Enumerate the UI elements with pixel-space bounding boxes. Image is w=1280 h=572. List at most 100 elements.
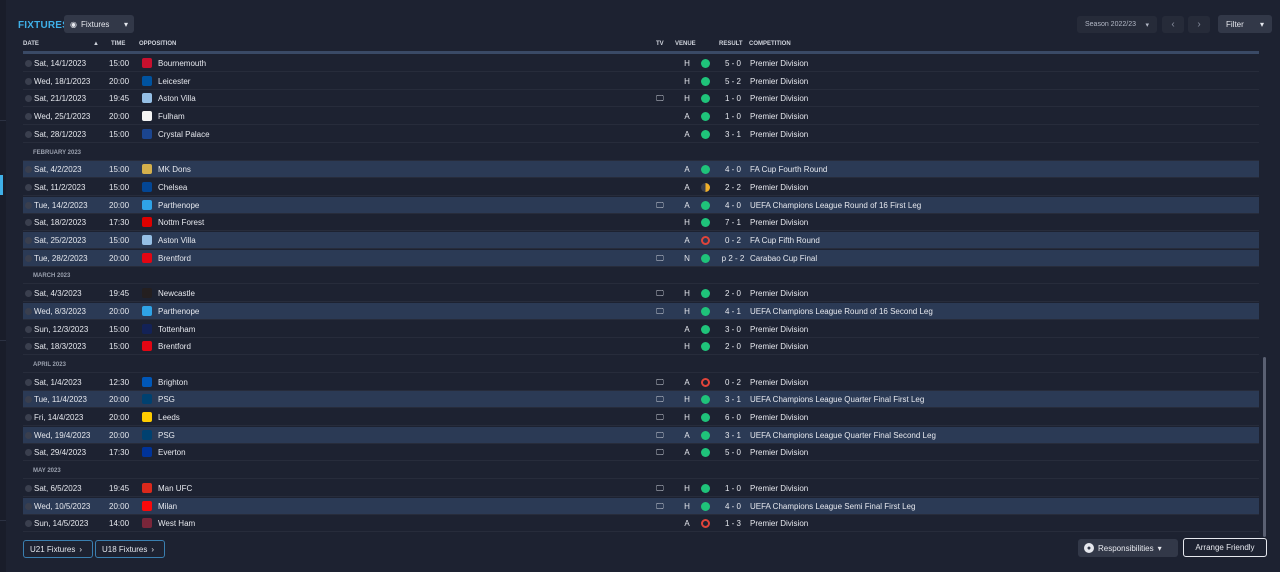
fixture-competition[interactable]: Carabao Cup Final xyxy=(750,254,817,263)
fixture-competition[interactable]: Premier Division xyxy=(750,448,808,457)
fixture-competition[interactable]: Premier Division xyxy=(750,130,808,139)
fixture-score[interactable]: 2 - 0 xyxy=(718,342,748,351)
fixture-row[interactable]: Sat, 4/3/2023 19:45 Newcastle 🖵 H 2 - 0 Premie… xyxy=(23,285,1259,302)
row-select-dot[interactable] xyxy=(25,432,32,439)
fixture-row[interactable]: Wed, 18/1/2023 20:00 Leicester H 5 - 2 Premie… xyxy=(23,73,1259,90)
fixture-row[interactable]: Wed, 10/5/2023 20:00 Milan 🖵 H 4 - 0 UEFA Cham… xyxy=(23,498,1259,515)
fixture-score[interactable]: 1 - 0 xyxy=(718,112,748,121)
fixture-competition[interactable]: FA Cup Fourth Round xyxy=(750,165,827,174)
fixture-row[interactable]: Sat, 6/5/2023 19:45 Man UFC 🖵 H 1 - 0 Premier … xyxy=(23,480,1259,497)
fixture-competition[interactable]: Premier Division xyxy=(750,94,808,103)
fixture-row[interactable]: Fri, 14/4/2023 20:00 Leeds 🖵 H 6 - 0 Premier D… xyxy=(23,409,1259,426)
fixture-competition[interactable]: UEFA Champions League Round of 16 First … xyxy=(750,201,921,210)
fixture-row[interactable]: Wed, 8/3/2023 20:00 Parthenope 🖵 H 4 - 1 UEFA … xyxy=(23,303,1259,320)
fixture-score[interactable]: 4 - 0 xyxy=(718,201,748,210)
fixture-score[interactable]: 3 - 1 xyxy=(718,431,748,440)
fixture-score[interactable]: 5 - 0 xyxy=(718,448,748,457)
fixture-row[interactable]: Sat, 21/1/2023 19:45 Aston Villa 🖵 H 1 - 0 Pre… xyxy=(23,90,1259,107)
fixture-row[interactable]: Sun, 14/5/2023 14:00 West Ham A 1 - 3 Premier… xyxy=(23,515,1259,532)
fixture-row[interactable]: Sat, 1/4/2023 12:30 Brighton 🖵 A 0 - 2 Premier… xyxy=(23,374,1259,391)
fixture-score[interactable]: 2 - 2 xyxy=(718,183,748,192)
column-date[interactable]: DATE xyxy=(23,41,39,47)
fixture-score[interactable]: 2 - 0 xyxy=(718,289,748,298)
opposition-team[interactable]: Leicester xyxy=(158,77,190,86)
view-dropdown[interactable]: ◉ Fixtures ▾ xyxy=(64,15,134,33)
fixture-score[interactable]: 3 - 1 xyxy=(718,130,748,139)
row-select-dot[interactable] xyxy=(25,485,32,492)
row-select-dot[interactable] xyxy=(25,379,32,386)
fixture-score[interactable]: 7 - 1 xyxy=(718,218,748,227)
opposition-team[interactable]: Brentford xyxy=(158,342,191,351)
opposition-team[interactable]: Newcastle xyxy=(158,289,195,298)
opposition-team[interactable]: Tottenham xyxy=(158,325,195,334)
fixture-score[interactable]: 1 - 0 xyxy=(718,94,748,103)
opposition-team[interactable]: Parthenope xyxy=(158,307,199,316)
fixture-row[interactable]: Tue, 28/2/2023 20:00 Brentford 🖵 Np 2 - 2 Car… xyxy=(23,250,1259,267)
arrange-friendly-button[interactable]: Arrange Friendly xyxy=(1183,538,1267,557)
row-select-dot[interactable] xyxy=(25,343,32,350)
opposition-team[interactable]: Brighton xyxy=(158,378,188,387)
opposition-team[interactable]: Nottm Forest xyxy=(158,218,204,227)
fixture-competition[interactable]: Premier Division xyxy=(750,413,808,422)
fixture-score[interactable]: 0 - 2 xyxy=(718,378,748,387)
opposition-team[interactable]: PSG xyxy=(158,395,175,404)
row-select-dot[interactable] xyxy=(25,78,32,85)
row-select-dot[interactable] xyxy=(25,60,32,67)
fixture-row[interactable]: Tue, 14/2/2023 20:00 Parthenope 🖵 A 4 - 0 UEFA… xyxy=(23,197,1259,214)
row-select-dot[interactable] xyxy=(25,95,32,102)
opposition-team[interactable]: West Ham xyxy=(158,519,195,528)
fixture-score[interactable]: 5 - 2 xyxy=(718,77,748,86)
fixture-competition[interactable]: UEFA Champions League Quarter Final Seco… xyxy=(750,431,936,440)
row-select-dot[interactable] xyxy=(25,308,32,315)
fixture-competition[interactable]: UEFA Champions League Quarter Final Firs… xyxy=(750,395,924,404)
fixture-competition[interactable]: Premier Division xyxy=(750,289,808,298)
column-opposition[interactable]: OPPOSITION xyxy=(139,41,176,47)
opposition-team[interactable]: Milan xyxy=(158,502,177,511)
row-select-dot[interactable] xyxy=(25,503,32,510)
fixture-score[interactable]: 4 - 1 xyxy=(718,307,748,316)
row-select-dot[interactable] xyxy=(25,166,32,173)
fixture-score[interactable]: 3 - 0 xyxy=(718,325,748,334)
fixture-score[interactable]: 6 - 0 xyxy=(718,413,748,422)
row-select-dot[interactable] xyxy=(25,414,32,421)
opposition-team[interactable]: Chelsea xyxy=(158,183,187,192)
opposition-team[interactable]: Crystal Palace xyxy=(158,130,210,139)
fixture-competition[interactable]: Premier Division xyxy=(750,59,808,68)
responsibilities-button[interactable]: ● Responsibilities ▾ xyxy=(1078,539,1178,557)
column-venue[interactable]: VENUE xyxy=(675,41,696,47)
fixture-competition[interactable]: Premier Division xyxy=(750,484,808,493)
fixture-row[interactable]: Sat, 18/2/2023 17:30 Nottm Forest H 7 - 1 Pre… xyxy=(23,214,1259,231)
opposition-team[interactable]: Parthenope xyxy=(158,201,199,210)
fixture-competition[interactable]: Premier Division xyxy=(750,112,808,121)
column-result[interactable]: RESULT xyxy=(719,41,743,47)
row-select-dot[interactable] xyxy=(25,326,32,333)
fixture-row[interactable]: Wed, 25/1/2023 20:00 Fulham A 1 - 0 Premier D… xyxy=(23,108,1259,125)
row-select-dot[interactable] xyxy=(25,255,32,262)
filter-button[interactable]: Filter ▾ xyxy=(1218,15,1272,33)
fixture-score[interactable]: 1 - 0 xyxy=(718,484,748,493)
row-select-dot[interactable] xyxy=(25,219,32,226)
opposition-team[interactable]: Brentford xyxy=(158,254,191,263)
fixture-competition[interactable]: FA Cup Fifth Round xyxy=(750,236,820,245)
opposition-team[interactable]: Bournemouth xyxy=(158,59,206,68)
opposition-team[interactable]: MK Dons xyxy=(158,165,191,174)
u18-fixtures-button[interactable]: U18 Fixtures › xyxy=(95,540,165,558)
row-select-dot[interactable] xyxy=(25,396,32,403)
fixture-row[interactable]: Sat, 4/2/2023 15:00 MK Dons A 4 - 0 FA Cup Fo… xyxy=(23,161,1259,178)
fixture-score[interactable]: 1 - 3 xyxy=(718,519,748,528)
row-select-dot[interactable] xyxy=(25,290,32,297)
opposition-team[interactable]: PSG xyxy=(158,431,175,440)
fixture-score[interactable]: 0 - 2 xyxy=(718,236,748,245)
column-competition[interactable]: COMPETITION xyxy=(749,41,791,47)
opposition-team[interactable]: Fulham xyxy=(158,112,185,121)
opposition-team[interactable]: Everton xyxy=(158,448,186,457)
opposition-team[interactable]: Leeds xyxy=(158,413,180,422)
row-select-dot[interactable] xyxy=(25,202,32,209)
prev-season-button[interactable]: ‹ xyxy=(1162,16,1184,33)
fixture-row[interactable]: Sat, 18/3/2023 15:00 Brentford H 2 - 0 Premie… xyxy=(23,338,1259,355)
fixture-row[interactable]: Sat, 29/4/2023 17:30 Everton 🖵 A 5 - 0 Premier… xyxy=(23,444,1259,461)
opposition-team[interactable]: Aston Villa xyxy=(158,94,196,103)
row-select-dot[interactable] xyxy=(25,520,32,527)
row-select-dot[interactable] xyxy=(25,237,32,244)
row-select-dot[interactable] xyxy=(25,131,32,138)
